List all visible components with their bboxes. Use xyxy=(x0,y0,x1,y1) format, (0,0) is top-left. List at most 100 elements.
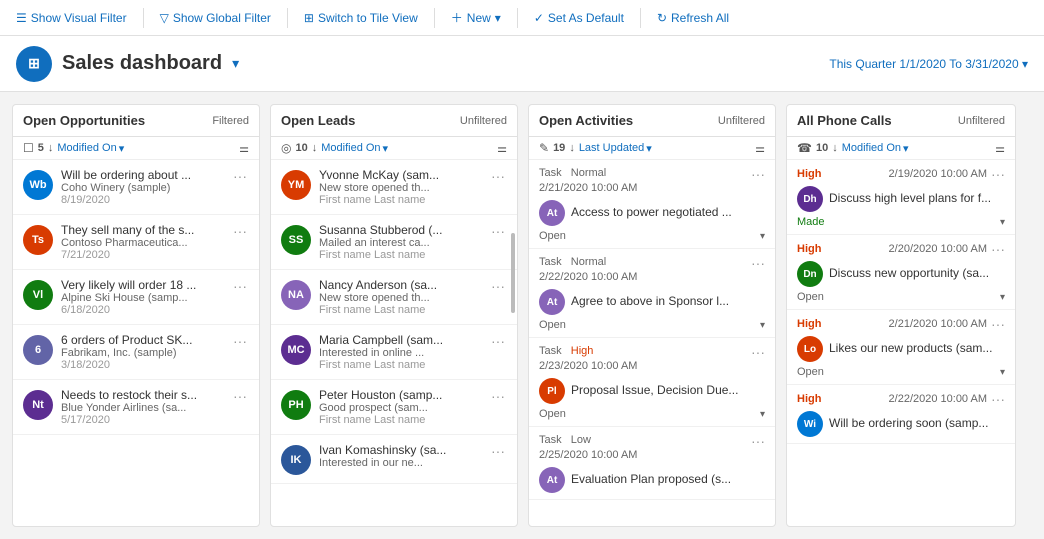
activity-card-2[interactable]: Task Normal ··· 2/22/2020 10:00 AM At Ag… xyxy=(529,249,775,338)
act-expand-2[interactable]: ▾ xyxy=(760,320,765,331)
opp-more-2[interactable]: ··· xyxy=(231,223,249,239)
col-badge-activities: Unfiltered xyxy=(718,115,765,127)
avatar-ik: IK xyxy=(281,445,311,475)
phone-more-4[interactable]: ··· xyxy=(991,391,1005,407)
sort-label-leads[interactable]: Modified On ▾ xyxy=(321,142,388,155)
show-global-filter-button[interactable]: ▽ Show Global Filter xyxy=(152,7,279,29)
sort-down-icon-leads[interactable]: ↓ xyxy=(312,142,318,154)
lead-more-3[interactable]: ··· xyxy=(489,278,507,294)
separator-4 xyxy=(517,8,518,28)
lead-card-1[interactable]: YM Yvonne McKay (sam... New store opened… xyxy=(271,160,517,215)
opp-sub-3: Alpine Ski House (samp... xyxy=(61,292,223,304)
lead-more-6[interactable]: ··· xyxy=(489,443,507,459)
opp-date-3: 6/18/2020 xyxy=(61,304,223,316)
opp-more-3[interactable]: ··· xyxy=(231,278,249,294)
activity-card-3[interactable]: Task High ··· 2/23/2020 10:00 AM Pl Prop… xyxy=(529,338,775,427)
sort-down-icon-opp[interactable]: ↓ xyxy=(48,142,54,154)
opp-more-4[interactable]: ··· xyxy=(231,333,249,349)
leads-scrollbar[interactable] xyxy=(511,233,515,313)
opp-sub-2: Contoso Pharmaceutica... xyxy=(61,237,223,249)
opp-more-1[interactable]: ··· xyxy=(231,168,249,184)
sort-down-icon-phone[interactable]: ↓ xyxy=(832,142,838,154)
show-visual-filter-button[interactable]: ☰ Show Visual Filter xyxy=(8,7,135,29)
opp-card-1[interactable]: Wb Will be ordering about ... Coho Winer… xyxy=(13,160,259,215)
sort-label-act[interactable]: Last Updated ▾ xyxy=(579,142,652,155)
phone-expand-3[interactable]: ▾ xyxy=(1000,367,1005,378)
lead-more-1[interactable]: ··· xyxy=(489,168,507,184)
phone-card-3[interactable]: High 2/21/2020 10:00 AM ··· Lo Likes our… xyxy=(787,310,1015,385)
filter-options-opp[interactable]: ⚌ xyxy=(239,142,249,155)
tile-view-icon: ⊞ xyxy=(304,11,314,25)
opp-card-5[interactable]: Nt Needs to restock their s... Blue Yond… xyxy=(13,380,259,435)
opp-card-3[interactable]: Vl Very likely will order 18 ... Alpine … xyxy=(13,270,259,325)
act-avatar-1: At xyxy=(539,200,565,226)
sort-down-icon-act[interactable]: ↓ xyxy=(569,142,575,154)
phone-more-3[interactable]: ··· xyxy=(991,316,1005,332)
lead-more-4[interactable]: ··· xyxy=(489,333,507,349)
act-more-4[interactable]: ··· xyxy=(751,433,765,449)
opp-more-5[interactable]: ··· xyxy=(231,388,249,404)
phone-card-2[interactable]: High 2/20/2020 10:00 AM ··· Dn Discuss n… xyxy=(787,235,1015,310)
lead-sub-5: Good prospect (sam... xyxy=(319,402,481,414)
lead-more-5[interactable]: ··· xyxy=(489,388,507,404)
activity-card-1[interactable]: Task Normal ··· 2/21/2020 10:00 AM At Ac… xyxy=(529,160,775,249)
phone-more-1[interactable]: ··· xyxy=(991,166,1005,182)
switch-tile-view-button[interactable]: ⊞ Switch to Tile View xyxy=(296,7,426,29)
act-avatar-4: At xyxy=(539,467,565,493)
sort-label-phone[interactable]: Modified On ▾ xyxy=(842,142,909,155)
act-more-3[interactable]: ··· xyxy=(751,344,765,360)
opp-card-2[interactable]: Ts They sell many of the s... Contoso Ph… xyxy=(13,215,259,270)
sort-label-opp[interactable]: Modified On ▾ xyxy=(57,142,124,155)
lead-sub2-4: First name Last name xyxy=(319,359,481,371)
lead-title-6: Ivan Komashinsky (sa... xyxy=(319,443,481,457)
activity-card-4[interactable]: Task Low ··· 2/25/2020 10:00 AM At Evalu… xyxy=(529,427,775,500)
act-more-2[interactable]: ··· xyxy=(751,255,765,271)
date-range[interactable]: This Quarter 1/1/2020 To 3/31/2020 ▾ xyxy=(829,57,1028,71)
phone-row-4: Wi Will be ordering soon (samp... xyxy=(797,409,1005,437)
act-expand-1[interactable]: ▾ xyxy=(760,231,765,242)
phone-expand-2[interactable]: ▾ xyxy=(1000,292,1005,303)
lead-card-5[interactable]: PH Peter Houston (samp... Good prospect … xyxy=(271,380,517,435)
set-as-default-button[interactable]: ✓ Set As Default xyxy=(526,7,632,29)
filter-options-phone[interactable]: ⚌ xyxy=(995,142,1005,155)
filter-options-act[interactable]: ⚌ xyxy=(755,142,765,155)
opp-date-5: 5/17/2020 xyxy=(61,414,223,426)
title-chevron-icon[interactable]: ▾ xyxy=(232,55,239,72)
opp-card-4-content: 6 orders of Product SK... Fabrikam, Inc.… xyxy=(61,333,223,371)
phone-card-4[interactable]: High 2/22/2020 10:00 AM ··· Wi Will be o… xyxy=(787,385,1015,444)
col-header-phone: All Phone Calls Unfiltered xyxy=(787,105,1015,137)
avatar-nt: Nt xyxy=(23,390,53,420)
act-expand-3[interactable]: ▾ xyxy=(760,409,765,420)
avatar-6: 6 xyxy=(23,335,53,365)
opp-title-2: They sell many of the s... xyxy=(61,223,223,237)
phone-expand-1[interactable]: ▾ xyxy=(1000,217,1005,228)
sort-chevron-act: ▾ xyxy=(646,142,652,155)
opp-card-3-content: Very likely will order 18 ... Alpine Ski… xyxy=(61,278,223,316)
lead-sub-6: Interested in our ne... xyxy=(319,457,481,469)
filter-options-leads[interactable]: ⚌ xyxy=(497,142,507,155)
lead-card-2[interactable]: SS Susanna Stubberod (... Mailed an inte… xyxy=(271,215,517,270)
lead-more-2[interactable]: ··· xyxy=(489,223,507,239)
lead-sub2-1: First name Last name xyxy=(319,194,481,206)
act-meta-1: Task Normal xyxy=(539,167,606,179)
lead-card-4[interactable]: MC Maria Campbell (sam... Interested in … xyxy=(271,325,517,380)
avatar-ym: YM xyxy=(281,170,311,200)
act-status-1: Open ▾ xyxy=(539,230,765,242)
opp-date-4: 3/18/2020 xyxy=(61,359,223,371)
act-more-1[interactable]: ··· xyxy=(751,166,765,182)
sort-icon-activities: ✎ xyxy=(539,141,549,155)
phone-row-2: Dn Discuss new opportunity (sa... xyxy=(797,259,1005,287)
sort-chevron-phone: ▾ xyxy=(903,142,909,155)
sort-icon-opportunities: ☐ xyxy=(23,141,34,155)
phone-card-1[interactable]: High 2/19/2020 10:00 AM ··· Dh Discuss h… xyxy=(787,160,1015,235)
lead-title-1: Yvonne McKay (sam... xyxy=(319,168,481,182)
opp-card-4[interactable]: 6 6 orders of Product SK... Fabrikam, In… xyxy=(13,325,259,380)
lead-card-6[interactable]: IK Ivan Komashinsky (sa... Interested in… xyxy=(271,435,517,484)
act-title-4: Evaluation Plan proposed (s... xyxy=(571,472,731,486)
phone-more-2[interactable]: ··· xyxy=(991,241,1005,257)
app-logo: ⊞ xyxy=(16,46,52,82)
open-leads-column: Open Leads Unfiltered ◎ 10 ↓ Modified On… xyxy=(270,104,518,527)
lead-card-3[interactable]: NA Nancy Anderson (sa... New store opene… xyxy=(271,270,517,325)
new-button[interactable]: ＋ New ▾ xyxy=(443,5,509,30)
refresh-all-button[interactable]: ↻ Refresh All xyxy=(649,7,737,29)
